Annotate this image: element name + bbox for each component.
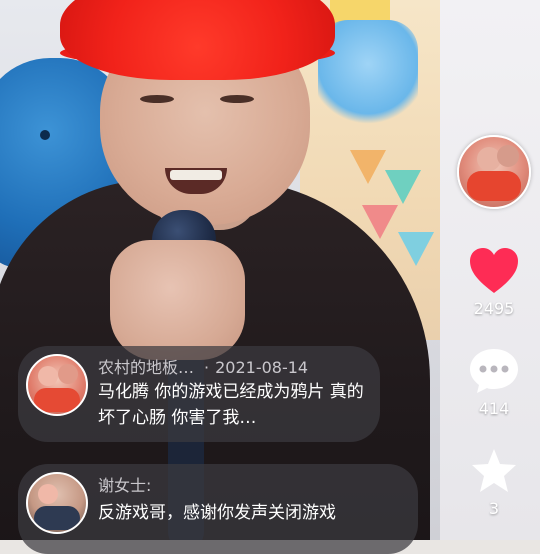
plush-toy-eye — [40, 130, 50, 140]
comment-header: 谢女士: — [98, 472, 151, 496]
favorite-button[interactable]: 3 — [455, 447, 533, 518]
comment-text: 反游戏哥，感谢你发声关闭游戏 — [98, 503, 336, 523]
avatar-bouquet — [467, 171, 521, 201]
commenter-username[interactable]: 农村的地板… — [98, 358, 194, 377]
creator-avatar[interactable] — [457, 135, 531, 209]
chat-bubble-icon — [470, 349, 518, 393]
person-hand — [110, 240, 245, 360]
comment-count: 414 — [478, 399, 510, 418]
person-eye — [140, 95, 174, 103]
red-hard-hat — [60, 0, 335, 80]
person-teeth — [170, 170, 222, 180]
commenter-username[interactable]: 谢女士: — [98, 476, 151, 495]
avatar-face — [497, 145, 519, 167]
comment-header: 农村的地板… · 2021-08-14 — [98, 354, 308, 378]
comment-date: 2021-08-14 — [215, 358, 309, 377]
bunting-flag — [385, 170, 421, 204]
comment-card[interactable]: 谢女士: 反游戏哥，感谢你发声关闭游戏 — [18, 464, 418, 554]
commenter-avatar[interactable] — [26, 472, 88, 534]
favorite-count: 3 — [488, 499, 500, 518]
avatar-clothes — [34, 506, 80, 530]
comment-button[interactable]: 414 — [455, 347, 533, 418]
avatar-bouquet — [34, 388, 80, 412]
avatar-face — [58, 364, 78, 384]
commenter-avatar[interactable] — [26, 354, 88, 416]
star-icon — [472, 449, 516, 492]
comment-card[interactable]: 农村的地板… · 2021-08-14 马化腾 你的游戏已经成为鸦片 真的坏了心肠 … — [18, 346, 380, 442]
avatar-face — [38, 484, 58, 504]
separator-dot: · — [204, 358, 210, 377]
bunting-flag — [350, 150, 386, 184]
bunting-flag — [398, 232, 434, 266]
like-button[interactable]: 2495 — [455, 247, 533, 318]
heart-icon — [470, 248, 518, 293]
comment-text: 马化腾 你的游戏已经成为鸦片 真的坏了心肠 你害了我… — [98, 382, 364, 428]
like-count: 2495 — [473, 299, 515, 318]
avatar-face — [38, 366, 58, 386]
person-eye — [220, 95, 254, 103]
